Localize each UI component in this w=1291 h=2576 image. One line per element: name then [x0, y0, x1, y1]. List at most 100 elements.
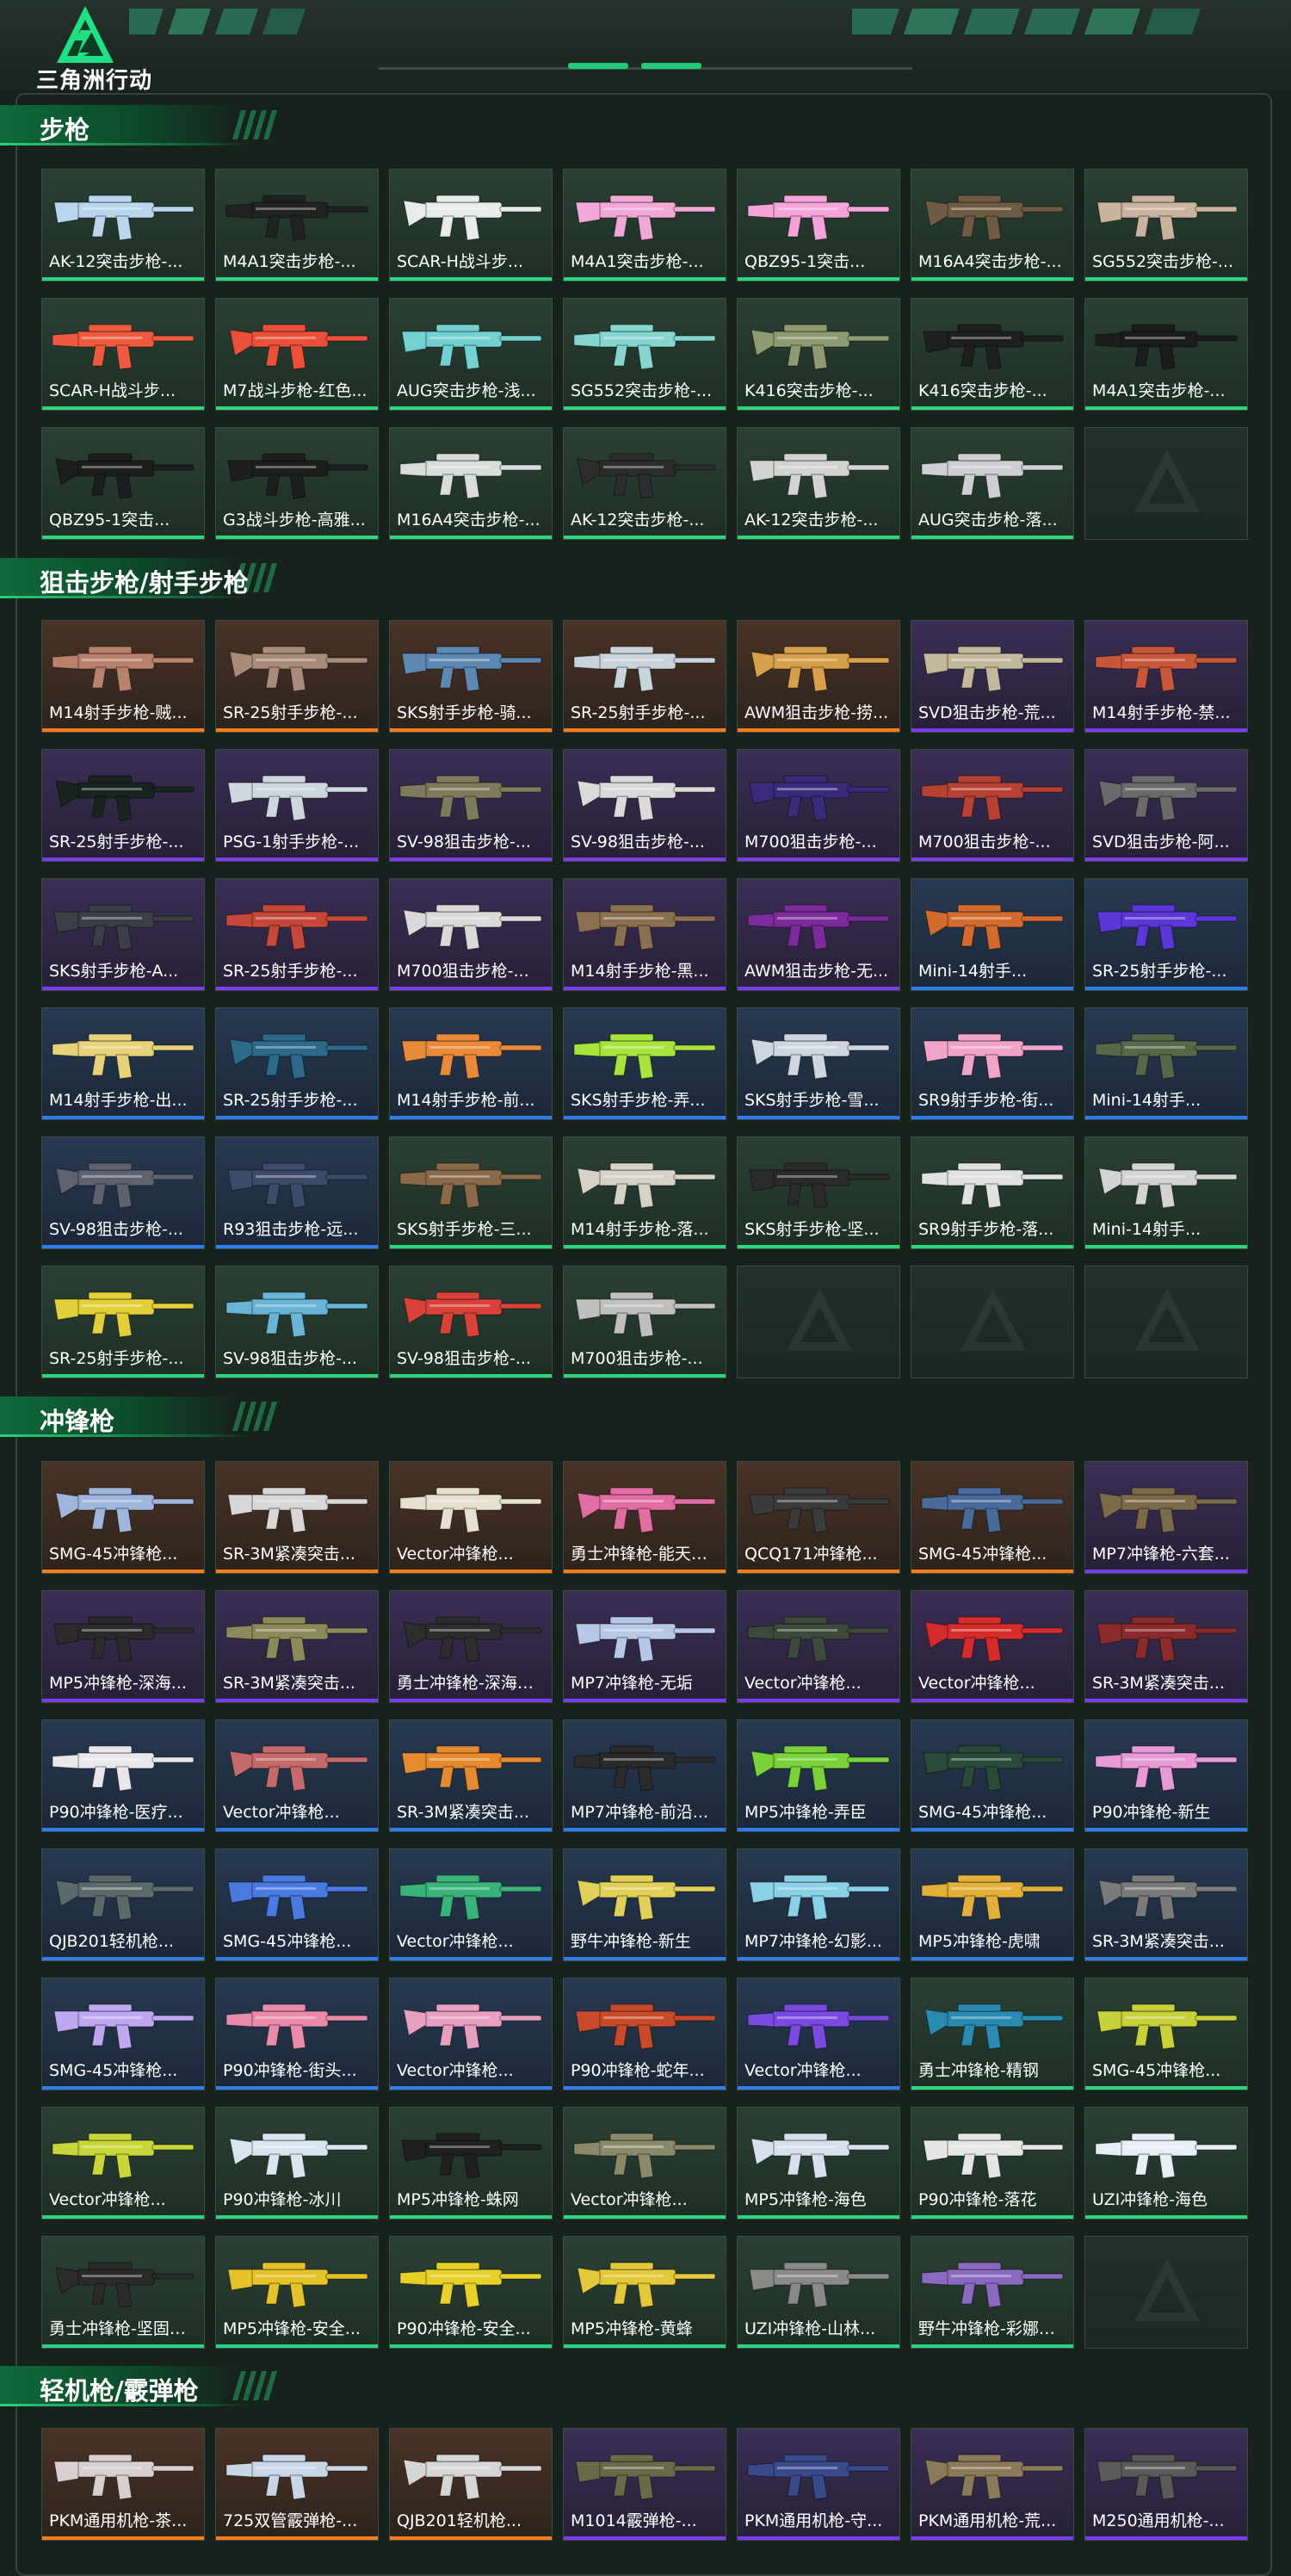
- weapon-skin-card[interactable]: 勇士冲锋枪-精钢: [911, 1978, 1074, 2090]
- weapon-skin-card[interactable]: MP7冲锋枪-无垢: [563, 1590, 726, 1703]
- weapon-skin-card[interactable]: PKM通用机枪-守...: [737, 2428, 900, 2541]
- weapon-skin-card[interactable]: P90冲锋枪-蛇年...: [563, 1978, 726, 2090]
- weapon-skin-card[interactable]: SCAR-H战斗步...: [389, 169, 553, 282]
- weapon-skin-card[interactable]: Vector冲锋枪...: [737, 1590, 900, 1703]
- weapon-skin-card[interactable]: M14射手步枪-禁...: [1084, 620, 1248, 733]
- weapon-skin-card[interactable]: SR-3M紧凑突击...: [1084, 1590, 1248, 1703]
- weapon-skin-card[interactable]: M700狙击步枪-...: [911, 749, 1074, 862]
- weapon-skin-card[interactable]: QJB201轻机枪...: [389, 2428, 553, 2541]
- weapon-skin-card[interactable]: AWM狙击步枪-捞...: [737, 620, 900, 733]
- weapon-skin-card[interactable]: Mini-14射手...: [1084, 1136, 1248, 1249]
- weapon-skin-card[interactable]: M7战斗步枪-红色...: [215, 298, 379, 411]
- weapon-skin-card[interactable]: M14射手步枪-黑...: [563, 878, 726, 991]
- weapon-skin-card[interactable]: MP5冲锋枪-深海...: [41, 1590, 205, 1703]
- weapon-skin-card[interactable]: QJB201轻机枪...: [41, 1848, 205, 1961]
- weapon-skin-card[interactable]: P90冲锋枪-落花: [911, 2107, 1074, 2220]
- weapon-skin-card[interactable]: Vector冲锋枪...: [737, 1978, 900, 2090]
- weapon-skin-card[interactable]: Vector冲锋枪...: [389, 1978, 553, 2090]
- weapon-skin-card[interactable]: SV-98狙击步枪-...: [41, 1136, 205, 1249]
- weapon-skin-card[interactable]: QCQ171冲锋枪...: [737, 1461, 900, 1574]
- weapon-skin-card[interactable]: M250通用机枪-...: [1084, 2428, 1248, 2541]
- weapon-skin-card[interactable]: SKS射手步枪-A...: [41, 878, 205, 991]
- weapon-skin-card[interactable]: SR-25射手步枪-...: [563, 620, 726, 733]
- weapon-skin-card[interactable]: M14射手步枪-出...: [41, 1007, 205, 1120]
- weapon-skin-card[interactable]: PSG-1射手步枪-...: [215, 749, 379, 862]
- weapon-skin-card[interactable]: SR-25射手步枪-...: [41, 749, 205, 862]
- weapon-skin-card[interactable]: SCAR-H战斗步...: [41, 298, 205, 411]
- weapon-skin-card[interactable]: SMG-45冲锋枪...: [911, 1719, 1074, 1832]
- weapon-skin-card[interactable]: M16A4突击步枪-...: [389, 427, 553, 540]
- weapon-skin-card[interactable]: SKS射手步枪-三...: [389, 1136, 553, 1249]
- weapon-skin-card[interactable]: M4A1突击步枪-...: [215, 169, 379, 282]
- weapon-skin-card[interactable]: PKM通用机枪-荒...: [911, 2428, 1074, 2541]
- weapon-skin-card[interactable]: M700狙击步枪-...: [389, 878, 553, 991]
- weapon-skin-card[interactable]: UZI冲锋枪-海色: [1084, 2107, 1248, 2220]
- weapon-skin-card[interactable]: MP5冲锋枪-黄蜂: [563, 2236, 726, 2349]
- weapon-skin-card[interactable]: MP5冲锋枪-虎啸: [911, 1848, 1074, 1961]
- weapon-skin-card[interactable]: P90冲锋枪-新生: [1084, 1719, 1248, 1832]
- weapon-skin-card[interactable]: G3战斗步枪-高雅...: [215, 427, 379, 540]
- weapon-skin-card[interactable]: SMG-45冲锋枪...: [41, 1978, 205, 2090]
- weapon-skin-card[interactable]: SR-3M紧凑突击...: [1084, 1848, 1248, 1961]
- weapon-skin-card[interactable]: SV-98狙击步枪-...: [389, 749, 553, 862]
- weapon-skin-card[interactable]: MP7冲锋枪-幻影...: [737, 1848, 900, 1961]
- weapon-skin-card[interactable]: 勇士冲锋枪-深海恐...: [389, 1590, 553, 1703]
- weapon-skin-card[interactable]: MP5冲锋枪-安全...: [215, 2236, 379, 2349]
- weapon-skin-card[interactable]: M4A1突击步枪-...: [563, 169, 726, 282]
- weapon-skin-card[interactable]: SMG-45冲锋枪...: [1084, 1978, 1248, 2090]
- weapon-skin-card[interactable]: QBZ95-1突击...: [737, 169, 900, 282]
- weapon-skin-card[interactable]: MP5冲锋枪-蛛网: [389, 2107, 553, 2220]
- weapon-skin-card[interactable]: M700狙击步枪-...: [737, 749, 900, 862]
- weapon-skin-card[interactable]: 725双管霰弹枪-...: [215, 2428, 379, 2541]
- weapon-skin-card[interactable]: MP5冲锋枪-海色: [737, 2107, 900, 2220]
- weapon-skin-card[interactable]: 勇士冲锋枪-坚固材...: [41, 2236, 205, 2349]
- weapon-skin-card[interactable]: M700狙击步枪-...: [563, 1266, 726, 1378]
- weapon-skin-card[interactable]: PKM通用机枪-茶...: [41, 2428, 205, 2541]
- weapon-skin-card[interactable]: 勇士冲锋枪-能天使...: [563, 1461, 726, 1574]
- weapon-skin-card[interactable]: Mini-14射手...: [911, 878, 1074, 991]
- weapon-skin-card[interactable]: P90冲锋枪-安全...: [389, 2236, 553, 2349]
- weapon-skin-card[interactable]: MP7冲锋枪-六套...: [1084, 1461, 1248, 1574]
- weapon-skin-card[interactable]: SKS射手步枪-雪...: [737, 1007, 900, 1120]
- weapon-skin-card[interactable]: AK-12突击步枪-...: [41, 169, 205, 282]
- weapon-skin-card[interactable]: SVD狙击步枪-阿...: [1084, 749, 1248, 862]
- weapon-skin-card[interactable]: K416突击步枪-...: [911, 298, 1074, 411]
- weapon-skin-card[interactable]: M16A4突击步枪-...: [911, 169, 1074, 282]
- weapon-skin-card[interactable]: SR-25射手步枪-...: [215, 1007, 379, 1120]
- weapon-skin-card[interactable]: Vector冲锋枪...: [389, 1461, 553, 1574]
- weapon-skin-card[interactable]: SR-25射手步枪-...: [41, 1266, 205, 1378]
- weapon-skin-card[interactable]: SKS射手步枪-坚...: [737, 1136, 900, 1249]
- weapon-skin-card[interactable]: SR-25射手步枪-...: [1084, 878, 1248, 991]
- weapon-skin-card[interactable]: 野牛冲锋枪-新生: [563, 1848, 726, 1961]
- weapon-skin-card[interactable]: 野牛冲锋枪-彩娜唤...: [911, 2236, 1074, 2349]
- weapon-skin-card[interactable]: Mini-14射手...: [1084, 1007, 1248, 1120]
- weapon-skin-card[interactable]: SR-3M紧凑突击...: [215, 1461, 379, 1574]
- weapon-skin-card[interactable]: Vector冲锋枪...: [911, 1590, 1074, 1703]
- weapon-skin-card[interactable]: SR-25射手步枪-...: [215, 878, 379, 991]
- weapon-skin-card[interactable]: Vector冲锋枪...: [215, 1719, 379, 1832]
- weapon-skin-card[interactable]: SMG-45冲锋枪...: [911, 1461, 1074, 1574]
- weapon-skin-card[interactable]: SR9射手步枪-街...: [911, 1007, 1074, 1120]
- weapon-skin-card[interactable]: SG552突击步枪-...: [1084, 169, 1248, 282]
- weapon-skin-card[interactable]: SMG-45冲锋枪...: [41, 1461, 205, 1574]
- weapon-skin-card[interactable]: UZI冲锋枪-山林...: [737, 2236, 900, 2349]
- weapon-skin-card[interactable]: AUG突击步枪-浅...: [389, 298, 553, 411]
- weapon-skin-card[interactable]: AWM狙击步枪-无...: [737, 878, 900, 991]
- weapon-skin-card[interactable]: SKS射手步枪-骑...: [389, 620, 553, 733]
- weapon-skin-card[interactable]: SR-3M紧凑突击...: [389, 1719, 553, 1832]
- weapon-skin-card[interactable]: AK-12突击步枪-...: [737, 427, 900, 540]
- weapon-skin-card[interactable]: SV-98狙击步枪-...: [215, 1266, 379, 1378]
- weapon-skin-card[interactable]: SR-3M紧凑突击...: [215, 1590, 379, 1703]
- weapon-skin-card[interactable]: SKS射手步枪-弄...: [563, 1007, 726, 1120]
- weapon-skin-card[interactable]: SV-98狙击步枪-...: [563, 749, 726, 862]
- weapon-skin-card[interactable]: MP5冲锋枪-弄臣: [737, 1719, 900, 1832]
- weapon-skin-card[interactable]: MP7冲锋枪-前沿...: [563, 1719, 726, 1832]
- weapon-skin-card[interactable]: Vector冲锋枪...: [563, 2107, 726, 2220]
- weapon-skin-card[interactable]: K416突击步枪-...: [737, 298, 900, 411]
- weapon-skin-card[interactable]: M14射手步枪-前...: [389, 1007, 553, 1120]
- weapon-skin-card[interactable]: P90冲锋枪-街头...: [215, 1978, 379, 2090]
- weapon-skin-card[interactable]: SG552突击步枪-...: [563, 298, 726, 411]
- weapon-skin-card[interactable]: P90冲锋枪-冰川: [215, 2107, 379, 2220]
- weapon-skin-card[interactable]: Vector冲锋枪...: [41, 2107, 205, 2220]
- weapon-skin-card[interactable]: M14射手步枪-贼...: [41, 620, 205, 733]
